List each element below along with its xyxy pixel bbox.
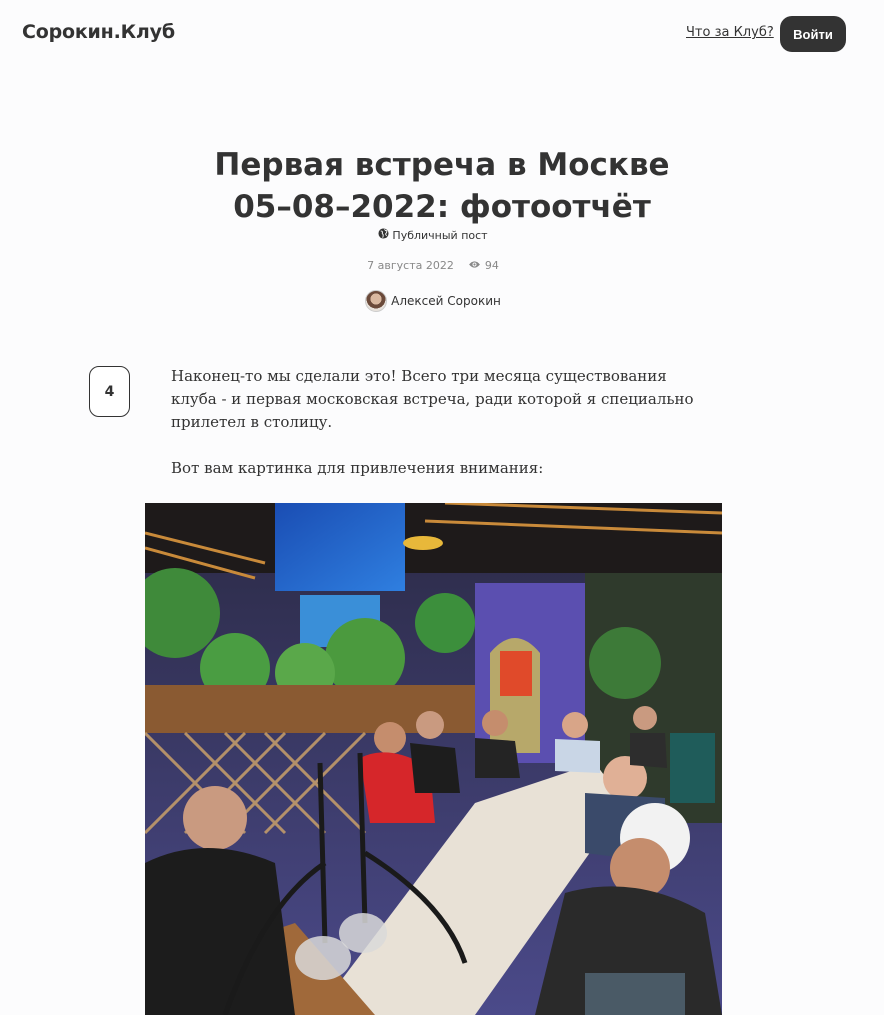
post-paragraph: Вот вам картинка для привлечения внимани… bbox=[171, 459, 544, 477]
meetup-photo-image bbox=[145, 503, 722, 1015]
eye-icon bbox=[468, 259, 481, 272]
globe-icon bbox=[378, 228, 389, 242]
site-header: Сорокин.Клуб Что за Клуб? Войти bbox=[0, 0, 884, 70]
author-name[interactable]: Алексей Сорокин bbox=[391, 294, 501, 308]
post-title: Первая встреча в Москве 05–08–2022: фото… bbox=[100, 144, 784, 228]
login-button[interactable]: Войти bbox=[780, 16, 846, 52]
post-photo[interactable] bbox=[145, 503, 722, 1015]
post-title-line-1: Первая встреча в Москве bbox=[214, 147, 670, 183]
post-body: Наконец-то мы сделали это! Всего три мес… bbox=[171, 365, 711, 503]
about-club-link[interactable]: Что за Клуб? bbox=[686, 25, 774, 40]
post-title-line-2: 05–08–2022: фотоотчёт bbox=[233, 189, 651, 225]
post-meta: 7 августа 2022 94 bbox=[0, 259, 866, 272]
post-views: 94 bbox=[468, 259, 499, 272]
site-logo[interactable]: Сорокин.Клуб bbox=[22, 21, 175, 43]
visibility-label: Публичный пост bbox=[392, 228, 488, 242]
views-count: 94 bbox=[484, 259, 499, 272]
post-author[interactable]: Алексей Сорокин bbox=[0, 290, 866, 312]
post-visibility: Публичный пост bbox=[0, 228, 866, 242]
post-date: 7 августа 2022 bbox=[367, 259, 454, 272]
upvote-button[interactable]: 4 bbox=[89, 366, 130, 417]
post-paragraph: Наконец-то мы сделали это! Всего три мес… bbox=[171, 367, 694, 431]
upvote-count: 4 bbox=[104, 383, 115, 400]
avatar[interactable] bbox=[365, 290, 388, 312]
